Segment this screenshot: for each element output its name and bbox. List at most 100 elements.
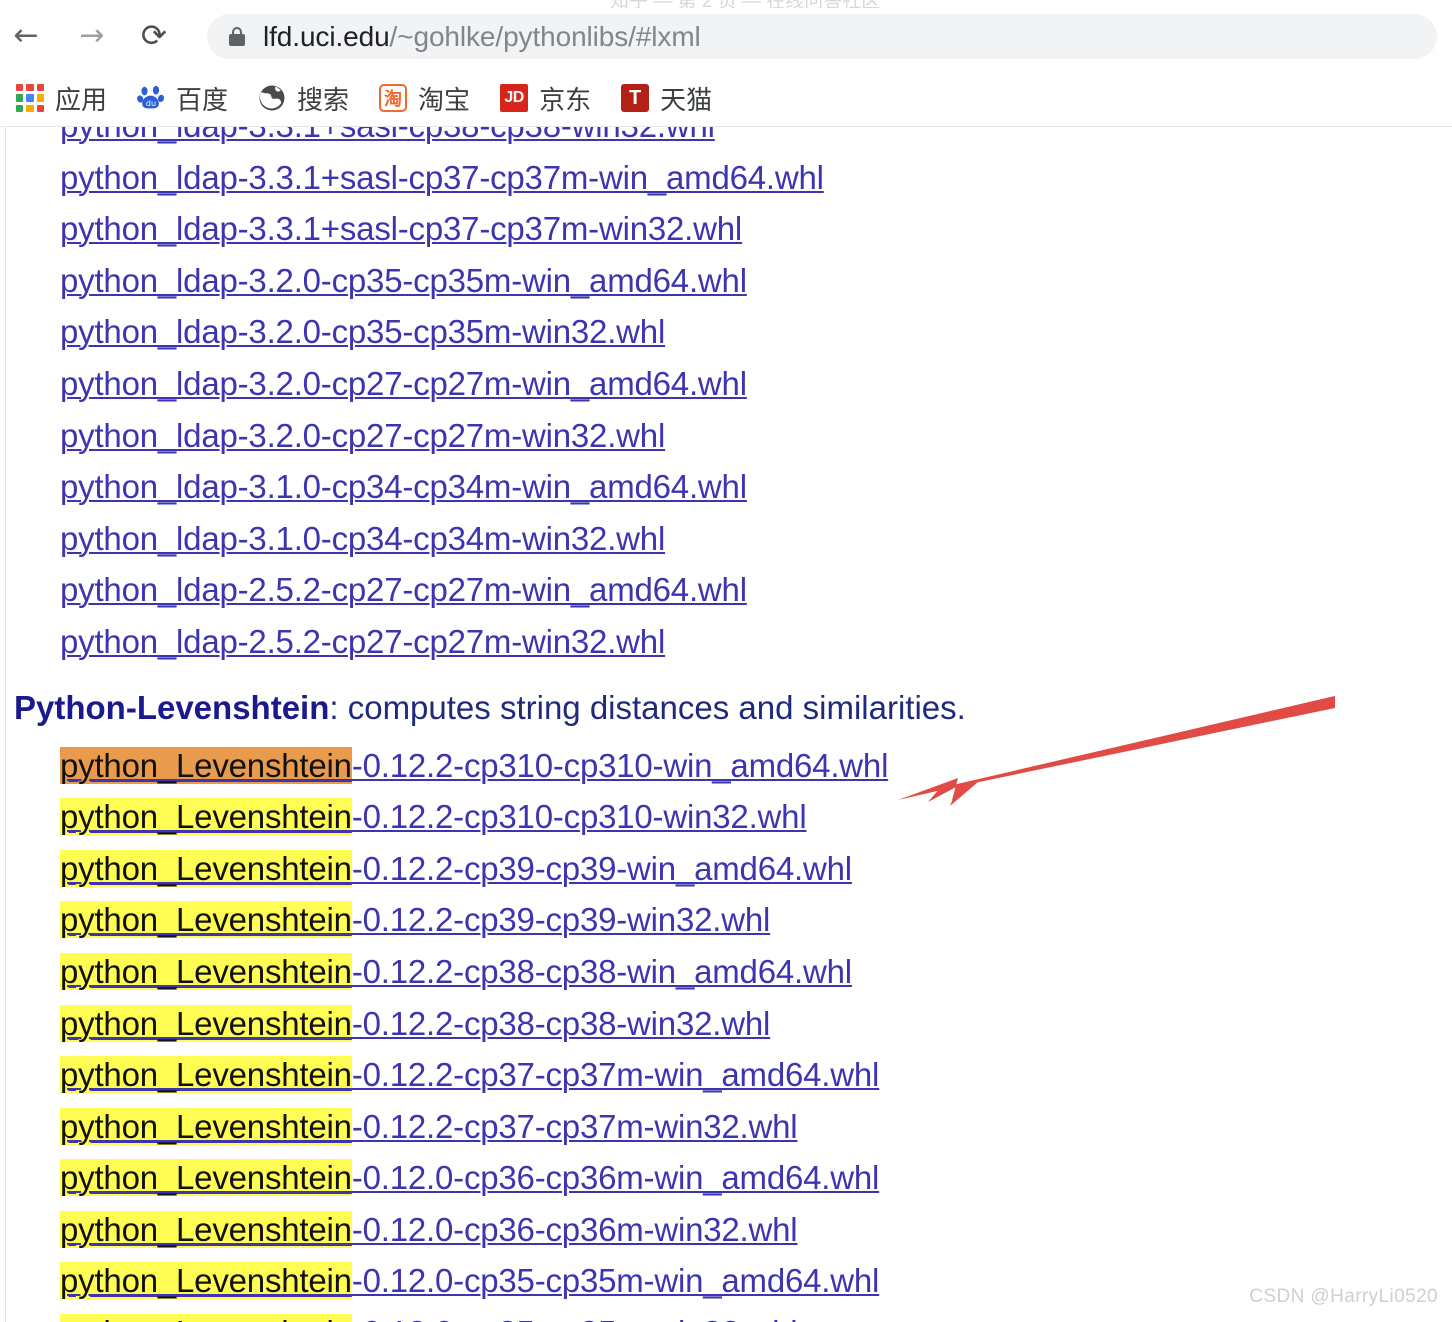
list-item: python_ldap-3.1.0-cp34-cp34m-win_amd64.w… [60,461,1452,513]
list-item: python_Levenshtein-0.12.2-cp38-cp38-win3… [60,998,1452,1050]
bookmark-label: 搜索 [297,84,350,115]
download-link[interactable]: python_Levenshtein-0.12.2-cp38-cp38-win3… [60,1004,771,1042]
download-link[interactable]: python_ldap-3.3.1+sasl-cp37-cp37m-win32.… [60,210,742,247]
download-link[interactable]: python_Levenshtein-0.12.0-cp35-cp35m-win… [60,1314,798,1322]
bookmark-label: 京东 [539,84,592,115]
download-link-suffix: -0.12.0-cp36-cp36m-win_amd64.whl [351,1159,880,1197]
download-link[interactable]: python_Levenshtein-0.12.2-cp39-cp39-win_… [60,849,852,887]
download-link[interactable]: python_Levenshtein-0.12.0-cp36-cp36m-win… [60,1210,798,1248]
page-viewport[interactable]: python_ldap-3.3.1+sasl-cp38-cp38-win32.w… [0,126,1452,1322]
ldap-download-link-list: python_ldap-3.3.1+sasl-cp38-cp38-win32.w… [0,127,1452,668]
bookmark-search[interactable]: 搜索 [248,76,359,120]
download-link-suffix: -0.12.2-cp37-cp37m-win32.whl [351,1107,798,1145]
download-link[interactable]: python_ldap-2.5.2-cp27-cp27m-win32.whl [60,623,665,660]
download-link[interactable]: python_ldap-3.2.0-cp35-cp35m-win32.whl [60,313,665,350]
list-item: python_ldap-3.3.1+sasl-cp37-cp37m-win_am… [60,152,1452,204]
browser-toolbar: ← → ⟳ lfd.uci.edu/~gohlke/pythonlibs/#lx… [0,6,1452,64]
taobao-icon: 淘 [379,84,408,112]
download-link-suffix: -0.12.0-cp36-cp36m-win32.whl [351,1210,798,1248]
back-button[interactable]: ← [4,14,48,58]
download-link[interactable]: python_Levenshtein-0.12.0-cp35-cp35m-win… [60,1262,880,1300]
list-item: python_Levenshtein-0.12.0-cp35-cp35m-win… [60,1307,1452,1322]
download-link[interactable]: python_ldap-3.3.1+sasl-cp37-cp37m-win_am… [60,159,824,196]
url-text: lfd.uci.edu/~gohlke/pythonlibs/#lxml [263,21,701,53]
list-item: python_Levenshtein-0.12.2-cp37-cp37m-win… [60,1049,1452,1101]
bookmark-label: 百度 [176,84,229,115]
list-item: python_ldap-3.3.1+sasl-cp37-cp37m-win32.… [60,203,1452,255]
search-match: python_Levenshtein [60,1004,352,1042]
search-match: python_Levenshtein [60,1056,352,1094]
download-link[interactable]: python_ldap-3.3.1+sasl-cp38-cp38-win32.w… [60,127,715,144]
page-content: python_ldap-3.3.1+sasl-cp38-cp38-win32.w… [0,127,1452,1322]
list-item: python_ldap-3.2.0-cp35-cp35m-win32.whl [60,306,1452,358]
download-link[interactable]: python_Levenshtein-0.12.2-cp310-cp310-wi… [60,746,889,784]
download-link-suffix: -0.12.2-cp38-cp38-win32.whl [351,1004,771,1042]
download-link[interactable]: python_Levenshtein-0.12.2-cp37-cp37m-win… [60,1056,880,1094]
browser-chrome: 知乎 — 第 2 页 — 在线问答社区 ← → ⟳ lfd.uci.edu/~g… [0,0,1452,126]
tmall-icon: T [621,84,650,112]
download-link[interactable]: python_Levenshtein-0.12.2-cp37-cp37m-win… [60,1107,798,1145]
list-item: python_ldap-3.2.0-cp35-cp35m-win_amd64.w… [60,255,1452,307]
jd-icon: JD [500,84,529,112]
package-name: Python-Levenshtein [14,688,330,726]
search-match: python_Levenshtein [60,1107,352,1145]
section-heading-python-levenshtein: Python-Levenshtein: computes string dist… [0,682,1452,734]
download-link[interactable]: python_ldap-3.1.0-cp34-cp34m-win_amd64.w… [60,468,747,505]
list-item: python_ldap-3.2.0-cp27-cp27m-win_amd64.w… [60,358,1452,410]
search-match: python_Levenshtein [60,901,352,939]
bookmark-apps[interactable]: 应用 [6,76,117,120]
csdn-watermark: CSDN @HarryLi0520 [1249,1286,1438,1307]
globe-icon [258,84,286,112]
bookmark-label: 天猫 [660,84,713,115]
list-item: python_Levenshtein-0.12.0-cp35-cp35m-win… [60,1255,1452,1307]
bookmark-label: 应用 [55,84,108,115]
apps-grid-icon [16,84,44,112]
search-match: python_Levenshtein [60,1210,352,1248]
bookmark-label: 淘宝 [418,84,471,115]
url-path: /~gohlke/pythonlibs/#lxml [389,20,701,52]
bookmarks-bar: 应用 du 百度 搜索 淘 淘宝 JD 京东 T 天猫 [0,70,1452,126]
search-match: python_Levenshtein [60,798,352,836]
list-item: python_Levenshtein-0.12.2-cp310-cp310-wi… [60,740,1452,792]
forward-arrow-icon: → [79,18,105,53]
bookmark-baidu[interactable]: du 百度 [127,76,238,120]
forward-button[interactable]: → [70,14,114,58]
search-match-current: python_Levenshtein [60,746,352,784]
download-link[interactable]: python_Levenshtein-0.12.2-cp39-cp39-win3… [60,901,770,939]
download-link[interactable]: python_Levenshtein-0.12.2-cp38-cp38-win_… [60,952,852,990]
list-item: python_ldap-2.5.2-cp27-cp27m-win32.whl [60,616,1452,668]
download-link-suffix: -0.12.0-cp35-cp35m-win_amd64.whl [351,1262,880,1300]
list-item: python_Levenshtein-0.12.2-cp39-cp39-win3… [60,894,1452,946]
address-bar[interactable]: lfd.uci.edu/~gohlke/pythonlibs/#lxml [207,14,1437,59]
list-item: python_Levenshtein-0.12.2-cp310-cp310-wi… [60,791,1452,843]
bookmark-taobao[interactable]: 淘 淘宝 [369,76,480,120]
reload-icon: ⟳ [141,17,167,54]
download-link-suffix: -0.12.2-cp39-cp39-win_amd64.whl [351,849,852,887]
download-link[interactable]: python_Levenshtein-0.12.0-cp36-cp36m-win… [60,1159,880,1197]
lock-icon[interactable] [228,26,246,47]
download-link[interactable]: python_Levenshtein-0.12.2-cp310-cp310-wi… [60,798,807,836]
bookmark-jd[interactable]: JD 京东 [490,76,601,120]
bookmark-tmall[interactable]: T 天猫 [611,76,722,120]
list-item: python_ldap-3.1.0-cp34-cp34m-win32.whl [60,513,1452,565]
search-match: python_Levenshtein [60,1314,352,1322]
list-item: python_ldap-3.2.0-cp27-cp27m-win32.whl [60,410,1452,462]
reload-button[interactable]: ⟳ [132,14,176,58]
download-link[interactable]: python_ldap-3.2.0-cp27-cp27m-win32.whl [60,417,665,454]
download-link[interactable]: python_ldap-3.2.0-cp35-cp35m-win_amd64.w… [60,262,747,299]
svg-text:du: du [146,99,156,108]
download-link-suffix: -0.12.2-cp310-cp310-win_amd64.whl [351,746,889,784]
download-link-suffix: -0.12.0-cp35-cp35m-win32.whl [352,1314,798,1322]
search-match: python_Levenshtein [60,1262,352,1300]
back-arrow-icon: ← [13,18,39,53]
list-item: python_Levenshtein-0.12.2-cp38-cp38-win_… [60,946,1452,998]
list-item: python_ldap-3.3.1+sasl-cp38-cp38-win32.w… [60,127,1452,152]
search-match: python_Levenshtein [60,1159,352,1197]
url-host: lfd.uci.edu [263,20,390,52]
download-link-suffix: -0.12.2-cp37-cp37m-win_amd64.whl [351,1056,880,1094]
list-item: python_Levenshtein-0.12.0-cp36-cp36m-win… [60,1204,1452,1256]
download-link[interactable]: python_ldap-3.2.0-cp27-cp27m-win_amd64.w… [60,365,747,402]
download-link[interactable]: python_ldap-3.1.0-cp34-cp34m-win32.whl [60,520,665,557]
download-link[interactable]: python_ldap-2.5.2-cp27-cp27m-win_amd64.w… [60,571,747,608]
list-item: python_Levenshtein-0.12.2-cp39-cp39-win_… [60,843,1452,895]
